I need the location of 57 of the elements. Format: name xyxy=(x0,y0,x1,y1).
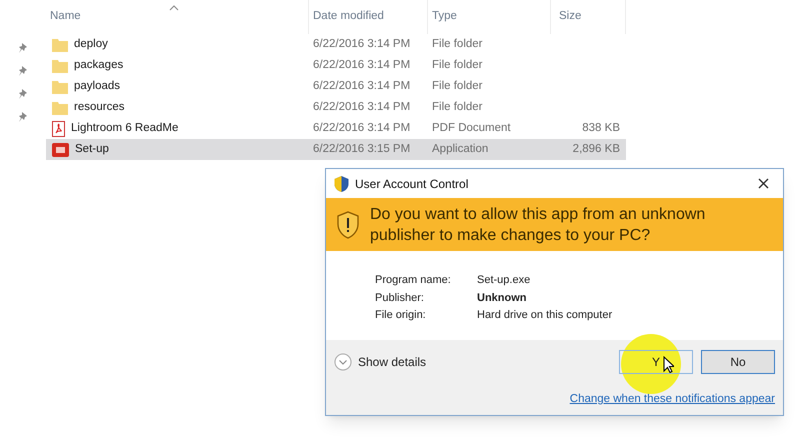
detail-label: File origin: xyxy=(375,308,427,323)
date-modified: 6/22/2016 3:14 PM xyxy=(312,120,412,136)
cursor-icon xyxy=(663,356,674,373)
file-row[interactable]: payloads 6/22/2016 3:14 PM File folder xyxy=(46,76,626,97)
date-modified: 6/22/2016 3:14 PM xyxy=(312,58,412,73)
file-row[interactable]: Set-up 6/22/2016 3:15 PM Application 2,896 KB xyxy=(46,139,626,160)
pin-icon[interactable] xyxy=(18,65,28,77)
file-type: PDF Document xyxy=(431,120,512,136)
detail-label: Program name: xyxy=(375,273,452,288)
date-modified: 6/22/2016 3:14 PM xyxy=(312,100,412,115)
folder-icon xyxy=(52,80,68,94)
file-size: 2,896 KB xyxy=(572,142,620,157)
detail-value: Set-up.exe xyxy=(477,273,530,288)
dialog-button[interactable]: No xyxy=(701,350,775,374)
file-name: deploy xyxy=(74,36,108,52)
warning-shield-icon xyxy=(336,210,360,238)
folder-icon xyxy=(52,38,68,52)
dialog-title: User Account Control xyxy=(355,176,470,192)
dialog-button[interactable]: Y xyxy=(619,350,693,374)
shield-icon xyxy=(334,176,349,192)
application-icon xyxy=(52,142,69,156)
file-row[interactable]: deploy 6/22/2016 3:14 PM File folder xyxy=(46,34,626,55)
file-name: Lightroom 6 ReadMe xyxy=(71,120,178,136)
file-size: 838 KB xyxy=(582,120,620,136)
notification-settings-link[interactable]: Change when these notifications appear xyxy=(570,391,775,408)
folder-icon xyxy=(52,58,68,72)
detail-value: Hard drive on this computer xyxy=(477,308,612,323)
dialog-question: Do you want to allow this app from an unknown publisher to make changes to your PC? xyxy=(370,204,706,246)
pin-icon[interactable] xyxy=(18,88,28,100)
file-name: Set-up xyxy=(75,142,109,157)
column-header[interactable]: Type xyxy=(428,0,551,34)
pin-icon[interactable] xyxy=(18,42,28,54)
detail-label: Publisher: xyxy=(375,290,425,306)
file-type: File folder xyxy=(431,100,484,115)
document-icon xyxy=(52,120,65,136)
date-modified: 6/22/2016 3:14 PM xyxy=(312,36,412,52)
pin-icon[interactable] xyxy=(18,111,28,123)
file-type: File folder xyxy=(431,36,484,52)
date-modified: 6/22/2016 3:14 PM xyxy=(312,78,412,94)
file-type: File folder xyxy=(431,78,484,94)
close-icon xyxy=(758,178,768,189)
folder-icon xyxy=(52,100,68,114)
expand-chevron-icon xyxy=(334,353,352,371)
show-details-button[interactable]: Show details xyxy=(334,353,426,371)
date-modified: 6/22/2016 3:15 PM xyxy=(312,142,412,157)
file-row[interactable]: resources 6/22/2016 3:14 PM File folder xyxy=(46,97,626,118)
file-type: File folder xyxy=(431,58,484,73)
file-row[interactable]: packages 6/22/2016 3:14 PM File folder xyxy=(46,55,626,76)
column-header[interactable]: Name xyxy=(46,0,309,34)
column-header[interactable]: Date modified xyxy=(309,0,428,34)
file-row[interactable]: Lightroom 6 ReadMe 6/22/2016 3:14 PM PDF Document 838 KB xyxy=(46,118,626,139)
file-name: packages xyxy=(74,58,124,73)
file-name: resources xyxy=(74,100,124,115)
file-name: payloads xyxy=(74,78,120,94)
file-type: Application xyxy=(431,142,490,157)
detail-value: Unknown xyxy=(477,290,526,306)
column-header[interactable]: Size xyxy=(551,0,626,34)
